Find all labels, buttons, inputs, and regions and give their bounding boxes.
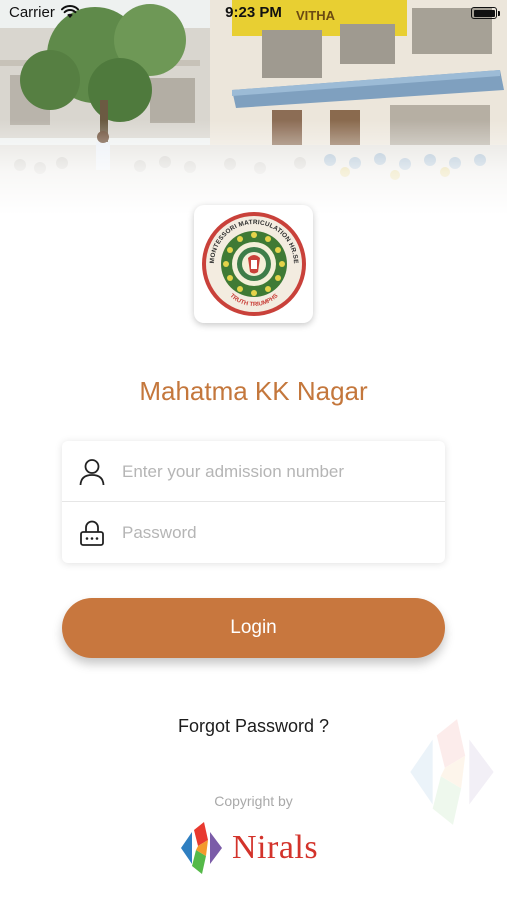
admission-number-row [62,441,445,502]
password-row [62,502,445,563]
brand-name: Nirals [232,829,319,866]
app-title: Mahatma KK Nagar [139,376,368,406]
status-bar: Carrier 9:23 PM [0,0,507,28]
battery-level [473,9,495,17]
admission-number-input[interactable] [122,453,432,490]
lock-icon [79,519,105,547]
login-button[interactable]: Login [62,598,445,658]
battery-icon [471,7,500,19]
header-fade [0,120,507,215]
school-crest-logo: MAHATMA MONTESSORI MATRICULATION HR.SEC.… [200,210,306,316]
password-input[interactable] [122,514,432,551]
nirals-brand: Nirals [178,816,318,880]
school-logo-card: MAHATMA MONTESSORI MATRICULATION HR.SEC.… [194,205,313,323]
status-time: 9:23 PM [225,4,282,21]
nirals-logo-icon [181,822,222,874]
user-icon [79,458,105,486]
nirals-watermark [399,711,507,838]
header-photo: VITHA [0,0,507,215]
login-form [62,441,445,563]
